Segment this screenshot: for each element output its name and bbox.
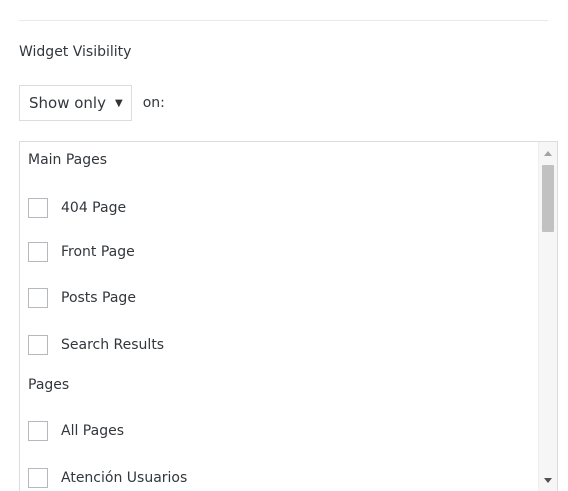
visibility-mode-value: Show only [29,94,106,112]
widget-visibility-heading: Widget Visibility [19,44,132,60]
option-label: Atención Usuarios [61,470,188,486]
option-label: Search Results [61,337,165,353]
option-label: 404 Page [61,200,127,216]
chevron-down-icon: ▼ [114,97,123,109]
scroll-down-arrow-icon[interactable] [544,478,552,483]
checkbox-posts-page[interactable] [28,288,48,308]
list-item[interactable]: Search Results [28,334,164,356]
checkbox-front-page[interactable] [28,242,48,262]
top-divider [19,20,548,21]
checkbox-search-results[interactable] [28,335,48,355]
option-label: All Pages [61,423,124,439]
list-item[interactable]: 404 Page [28,197,126,219]
group-heading-main-pages: Main Pages [28,152,108,168]
list-scrollbar[interactable] [538,142,557,491]
visibility-mode-suffix: on: [142,95,165,111]
list-item[interactable]: Atención Usuarios [28,467,187,489]
scroll-up-arrow-icon[interactable] [544,151,552,156]
option-label: Posts Page [61,290,136,306]
checkbox-all-pages[interactable] [28,421,48,441]
list-item[interactable]: Front Page [28,241,135,263]
option-label: Front Page [61,244,135,260]
list-item[interactable]: All Pages [28,420,124,442]
group-heading-pages: Pages [28,377,70,393]
scrollbar-thumb[interactable] [542,165,554,232]
list-item[interactable]: Posts Page [28,287,136,309]
visibility-mode-select[interactable]: Show only ▼ [19,85,132,121]
conditions-list-panel[interactable]: Main Pages 404 Page Front Page Posts Pag… [19,141,558,491]
checkbox-404-page[interactable] [28,198,48,218]
checkbox-atencion-usuarios[interactable] [28,468,48,488]
visibility-mode-row: Show only ▼ on: [19,85,165,121]
